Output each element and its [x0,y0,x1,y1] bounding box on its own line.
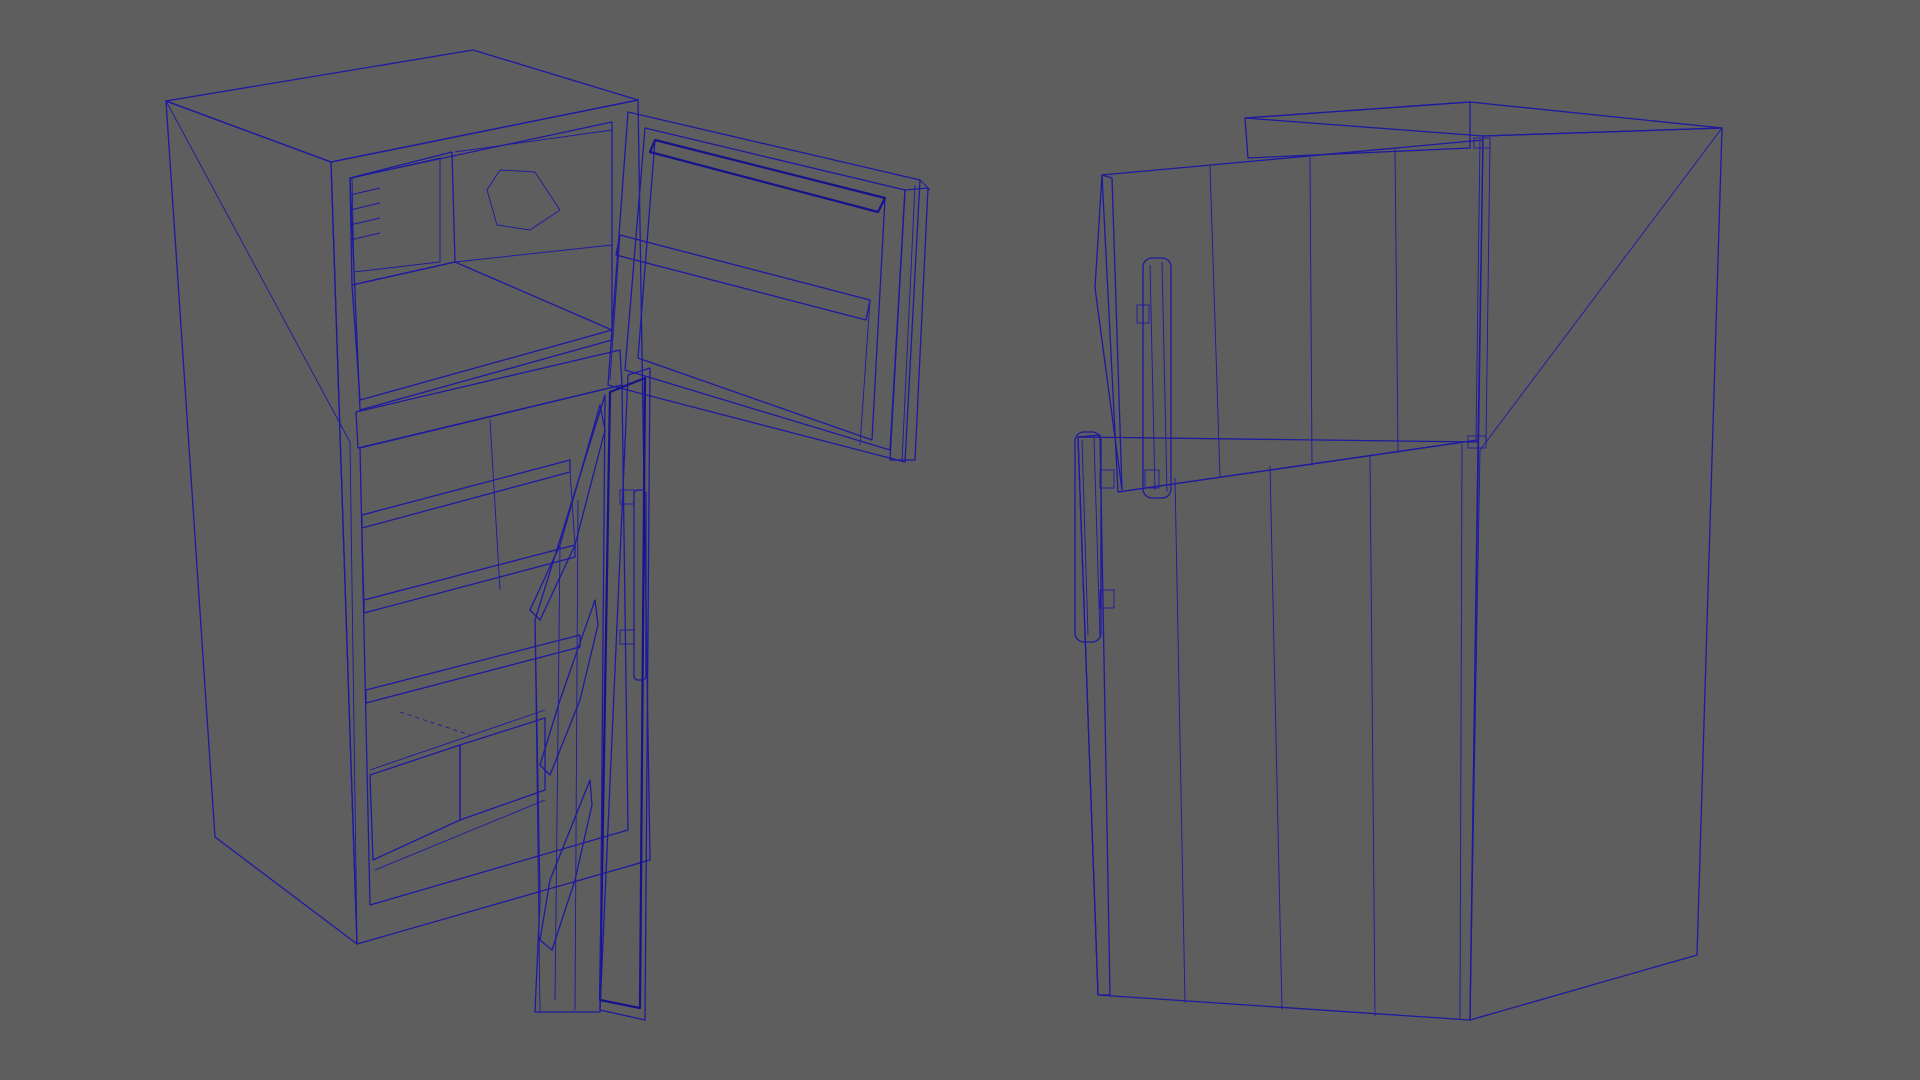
fresh-food-door-bin-1 [529,404,606,621]
freezer-cavity-dark [351,157,441,273]
crisper-drawer-left [369,744,461,861]
freezer-door-gasket [889,187,929,461]
fresh-food-door-closed[interactable] [1077,434,1479,1021]
fridge-top-panel-closed [1244,101,1723,137]
fridge-shelf-2 [363,544,576,614]
fridge-left-side-panel [165,100,358,945]
refrigerator-closed-model[interactable] [1074,101,1723,1021]
fridge-shelf-3 [365,634,581,704]
freezer-floor [351,261,613,401]
3d-viewport[interactable] [0,0,1920,1080]
fresh-food-door-side-strip [1077,434,1111,996]
fridge-top-panel [165,49,639,163]
fridge-right-side-panel [1469,127,1723,1021]
fresh-food-door-bin-3 [539,779,593,951]
freezer-door-inner-panel [637,139,886,441]
freezer-door-bin-top [648,138,887,214]
freezer-handle-bar [1142,257,1172,499]
fresh-food-door-liner [534,394,606,1013]
fridge-top-back [1244,101,1471,159]
crisper-drawer-right [459,717,546,821]
freezer-door-side [1094,174,1123,491]
freezer-door-open[interactable] [607,111,931,463]
fridge-shelf-1 [361,459,571,529]
viewport-scene [165,49,1723,1021]
fresh-food-door-bin-2 [539,599,599,776]
refrigerator-open-model[interactable] [165,49,931,1021]
fresh-food-cavity [359,384,629,906]
freezer-handle[interactable] [1136,257,1172,499]
fresh-food-door-edge [598,376,647,1010]
freezer-door-bin [615,234,871,321]
fresh-food-handle[interactable] [1074,431,1115,643]
fresh-food-door-front [1077,436,1479,1021]
